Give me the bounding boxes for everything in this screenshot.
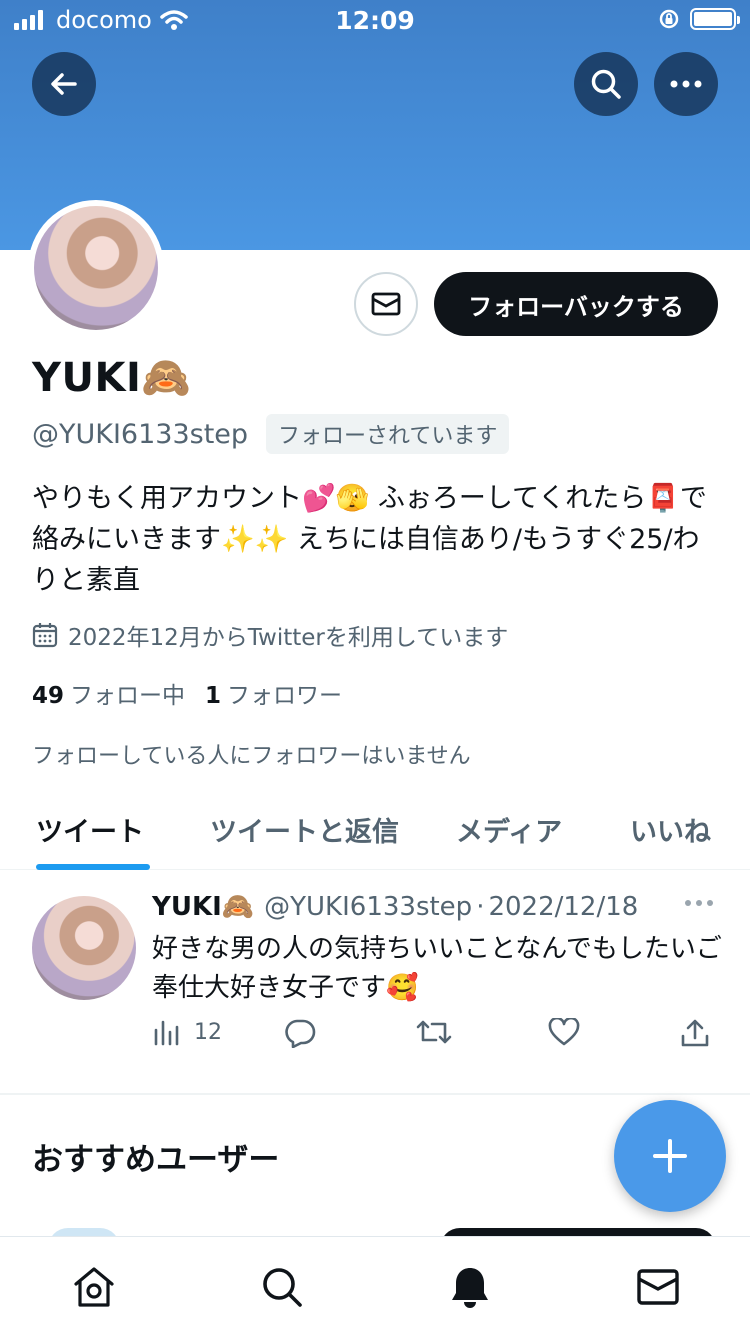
- share-icon: [681, 1019, 709, 1047]
- following-label: フォロー中: [70, 683, 186, 709]
- followers-count: 1: [205, 683, 222, 709]
- follow-back-button[interactable]: フォローバックする: [434, 272, 718, 336]
- bottom-navigation: [0, 1236, 750, 1334]
- search-button[interactable]: [574, 52, 638, 116]
- orientation-lock-icon: [659, 9, 679, 29]
- status-bar: docomo 12:09: [0, 0, 750, 42]
- home-icon: [74, 1267, 114, 1307]
- followers-link[interactable]: 1 フォロワー: [205, 676, 342, 710]
- following-link[interactable]: 49 フォロー中: [32, 676, 185, 710]
- tweet-item[interactable]: YUKI🙈 @YUKI6133step · 2022/12/18 好きな男の人の…: [0, 872, 750, 1094]
- status-time: 12:09: [335, 6, 415, 35]
- tweet-author-handle: @YUKI6133step: [264, 892, 473, 922]
- views-button[interactable]: 12: [152, 1018, 222, 1046]
- bell-icon: [452, 1268, 488, 1308]
- profile-tabs: ツイート ツイートと返信 メディア いいね: [0, 788, 750, 870]
- followers-label: フォロワー: [227, 683, 343, 709]
- profile-avatar[interactable]: [28, 200, 164, 336]
- reply-button[interactable]: [284, 1018, 316, 1048]
- status-right: [658, 8, 740, 30]
- profile-name: YUKI🙈: [32, 355, 192, 401]
- tab-tweets[interactable]: ツイート: [36, 810, 144, 849]
- nav-notifications[interactable]: [446, 1263, 494, 1311]
- tab-tweets-and-replies[interactable]: ツイートと返信: [210, 810, 399, 849]
- search-icon: [263, 1268, 302, 1307]
- back-button[interactable]: [32, 52, 96, 116]
- tweet-text: 好きな男の人の気持ちいいことなんでもしたいご奉仕大好き女子です🥰: [152, 934, 722, 1003]
- follow-counts: 49 フォロー中 1 フォロワー: [32, 676, 342, 710]
- handle-row: @YUKI6133step フォローされています: [32, 414, 510, 454]
- views-count: 12: [194, 1019, 222, 1045]
- tweet-author-name: YUKI🙈: [152, 892, 255, 922]
- search-icon: [591, 69, 621, 99]
- calendar-icon: [32, 623, 58, 648]
- tweet-avatar[interactable]: [32, 896, 136, 1000]
- envelope-icon: [371, 292, 401, 316]
- envelope-icon: [637, 1269, 679, 1305]
- profile-bio: やりもく用アカウント💕🫣 ふぉろーしてくれたら📮で絡みにいきます✨✨ えちには自…: [32, 483, 707, 596]
- tab-media[interactable]: メディア: [456, 810, 562, 849]
- share-button[interactable]: [680, 1018, 710, 1048]
- more-options-button[interactable]: [654, 52, 718, 116]
- tab-likes[interactable]: いいね: [630, 810, 711, 849]
- active-tab-indicator: [36, 864, 150, 870]
- profile-handle: @YUKI6133step: [32, 418, 249, 450]
- joined-date: 2022年12月からTwitterを利用しています: [32, 618, 508, 652]
- compose-tweet-button[interactable]: [614, 1100, 726, 1212]
- nav-home[interactable]: [70, 1263, 118, 1311]
- follows-you-badge: フォローされています: [266, 414, 510, 454]
- tweet-actions: 12: [152, 1018, 722, 1058]
- analytics-icon: [154, 1020, 179, 1046]
- direct-message-button[interactable]: [354, 272, 418, 336]
- nav-messages[interactable]: [634, 1263, 682, 1311]
- joined-text: 2022年12月からTwitterを利用しています: [68, 625, 509, 651]
- plus-icon: [653, 1139, 687, 1173]
- retweet-button[interactable]: [416, 1018, 452, 1046]
- more-horizontal-icon: [670, 80, 702, 88]
- mutual-followers-note: フォローしている人にフォロワーはいません: [32, 744, 471, 769]
- retweet-icon: [416, 1020, 452, 1044]
- following-count: 49: [32, 683, 65, 709]
- tweet-more-icon[interactable]: [684, 898, 714, 908]
- reply-icon: [285, 1019, 316, 1048]
- heart-icon: [548, 1018, 580, 1046]
- tweet-date: 2022/12/18: [488, 892, 639, 922]
- recommended-users-title: おすすめユーザー: [32, 1142, 280, 1178]
- arrow-left-icon: [51, 73, 77, 95]
- section-divider: [0, 1094, 750, 1095]
- battery-icon: [690, 8, 740, 30]
- like-button[interactable]: [548, 1018, 580, 1046]
- tweet-separator: ·: [476, 892, 485, 922]
- tweet-header: YUKI🙈 @YUKI6133step · 2022/12/18: [152, 892, 692, 922]
- nav-search[interactable]: [258, 1263, 306, 1311]
